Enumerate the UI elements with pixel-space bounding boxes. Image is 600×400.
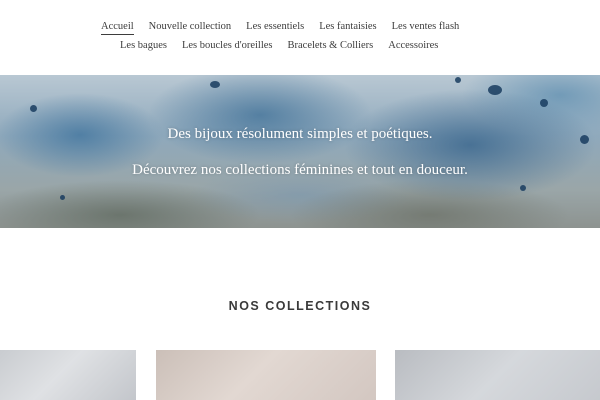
nav-link-les-essentiels[interactable]: Les essentiels [246, 21, 304, 35]
ink-splatter [455, 77, 461, 83]
nav-link-boucles-oreilles[interactable]: Les boucles d'oreilles [182, 40, 273, 53]
ink-splatter [520, 185, 526, 191]
ink-splatter [30, 105, 37, 112]
nav-link-les-ventes-flash[interactable]: Les ventes flash [392, 21, 460, 35]
hero-tagline: Des bijoux résolument simples et poétiqu… [167, 126, 433, 142]
main-navigation: Accueil Nouvelle collection Les essentie… [0, 0, 600, 75]
nav-row-primary: Accueil Nouvelle collection Les essentie… [101, 21, 459, 35]
collection-card[interactable] [156, 350, 376, 400]
collections-heading: NOS COLLECTIONS [228, 299, 372, 313]
ink-splatter [488, 85, 502, 95]
nav-link-les-bagues[interactable]: Les bagues [120, 40, 167, 53]
hero-banner: Des bijoux résolument simples et poétiqu… [0, 75, 600, 228]
nav-link-accessoires[interactable]: Accessoires [388, 40, 438, 53]
ink-splatter [540, 99, 548, 107]
nav-link-bracelets-colliers[interactable]: Bracelets & Colliers [288, 40, 374, 53]
collection-card[interactable] [0, 350, 136, 400]
hero-subtitle: Découvrez nos collections féminines et t… [132, 162, 468, 178]
nav-link-nouvelle-collection[interactable]: Nouvelle collection [149, 21, 232, 35]
ink-splatter [210, 81, 220, 88]
nav-link-les-fantaisies[interactable]: Les fantaisies [319, 21, 376, 35]
ink-splatter [60, 195, 65, 200]
nav-row-secondary: Les bagues Les boucles d'oreilles Bracel… [120, 40, 438, 53]
nav-link-accueil[interactable]: Accueil [101, 21, 134, 35]
collection-card[interactable] [395, 350, 600, 400]
